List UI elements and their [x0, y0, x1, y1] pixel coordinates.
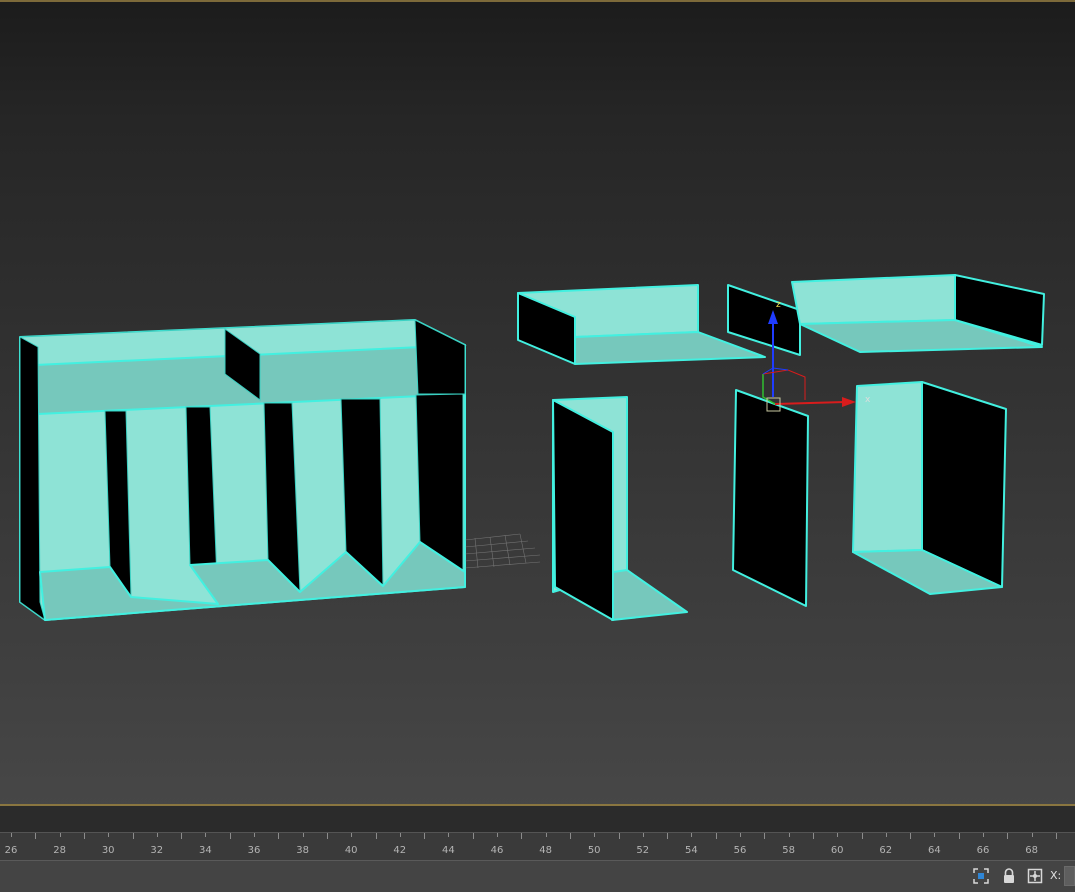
timeline-tick-mark — [812, 833, 814, 839]
timeline-tick-mark — [11, 833, 12, 837]
timeline-tick-mark — [351, 833, 353, 837]
timeline-tick-mark — [764, 833, 766, 839]
timeline-tick-mark — [278, 833, 280, 839]
tray-2-back — [791, 274, 956, 325]
gizmo-plane-xz[interactable] — [762, 369, 806, 400]
scene-canvas[interactable]: .f { fill:#8ee3d6; stroke:#42f0e0; strok… — [0, 2, 1075, 808]
timeline-tick-mark — [326, 833, 328, 839]
tray-1-floor — [574, 331, 766, 365]
timeline-tick-label: 58 — [782, 845, 795, 856]
coordinate-x-field[interactable] — [1064, 866, 1075, 886]
timeline-tick-label: 64 — [928, 845, 941, 856]
timeline-tick-label: 44 — [442, 845, 455, 856]
gizmo-z-label: z — [776, 300, 781, 310]
timeline-tick-mark — [448, 833, 450, 837]
timeline-tick-label: 62 — [879, 845, 893, 856]
timeline-tick-mark — [254, 833, 255, 837]
timeline-tick-mark — [667, 833, 669, 839]
timeline-tick-mark — [885, 833, 887, 837]
timeline-tick-mark — [497, 833, 498, 837]
home-grid-icon — [464, 533, 541, 569]
timeline-tick-mark — [399, 833, 401, 837]
timeline-tick-mark — [861, 833, 863, 839]
timeline-tick-mark — [618, 833, 620, 839]
timeline-tick-mark — [1007, 833, 1009, 839]
timeline-tick-label: 38 — [296, 845, 309, 856]
time-ruler[interactable]: 26 28 30 32 34 36 38 40 42 44 46 48 50 52 54 56 58 60 62 64… — [0, 832, 1075, 861]
timeline-tick-mark — [229, 833, 231, 839]
timeline-tick-mark — [205, 833, 207, 837]
timeline-tick-label: 28 — [53, 845, 66, 856]
timeline-tick-mark — [108, 833, 110, 837]
timeline-tick-mark — [788, 833, 790, 837]
timeline-tick-mark — [545, 833, 547, 837]
timeline-tick-label: 68 — [1025, 845, 1038, 856]
timeline-tick-label: 36 — [247, 845, 261, 856]
timeline-tick-mark — [35, 833, 37, 839]
timeline-tick-mark — [715, 833, 717, 839]
status-bar: X: — [0, 860, 1075, 892]
transform-mode-icon[interactable] — [1026, 867, 1044, 885]
timeline-tick-label: 42 — [393, 845, 407, 856]
timeline-tick-mark — [691, 833, 693, 837]
bracket-mesh[interactable] — [552, 396, 688, 621]
small-panel-mesh[interactable] — [727, 284, 801, 356]
viewport-perspective[interactable]: .f { fill:#8ee3d6; stroke:#42f0e0; strok… — [0, 0, 1075, 806]
tray-mesh-2[interactable] — [791, 274, 1045, 353]
timeline-tick-mark — [156, 833, 158, 837]
timeline-tick-label: 46 — [490, 845, 504, 856]
timeline-tick-label: 56 — [733, 845, 747, 856]
timeline-tick-label: 50 — [587, 845, 601, 856]
timeline-tick-mark — [569, 833, 571, 839]
timeline-tick-mark — [132, 833, 134, 839]
shelf-unit-right-top-panel — [414, 319, 466, 395]
timeline-tick-mark — [934, 833, 936, 837]
timeline-tick-mark — [59, 833, 61, 837]
gizmo-x-axis[interactable] — [774, 401, 846, 405]
timeline-tick-label: 54 — [685, 845, 698, 856]
timeline-tick-label: 30 — [101, 845, 115, 856]
timeline-tick-mark — [983, 833, 984, 837]
timeline-tick-label: 60 — [830, 845, 844, 856]
selection-lock-icon[interactable] — [972, 867, 990, 885]
timeline-tick-mark — [472, 833, 474, 839]
box-mesh[interactable] — [852, 381, 1007, 595]
box-left — [852, 381, 923, 553]
gizmo-x-arrow-icon[interactable] — [842, 397, 856, 407]
gizmo-x-label: x — [865, 395, 871, 405]
timeline-tick-mark — [910, 833, 912, 839]
timeline-tick-mark — [1055, 833, 1057, 839]
timeline-tick-label: 40 — [344, 845, 358, 856]
timeline[interactable]: 26 28 30 32 34 36 38 40 42 44 46 48 50 52 54 56 58 60 62 64… — [0, 806, 1075, 861]
timeline-tick-mark — [181, 833, 183, 839]
timeline-tick-mark — [375, 833, 377, 839]
timeline-tick-mark — [302, 833, 304, 837]
timeline-tick-mark — [521, 833, 523, 839]
lock-icon[interactable] — [1000, 867, 1018, 885]
coordinate-x-label: X: — [1050, 869, 1062, 882]
timeline-tick-label: 52 — [636, 845, 650, 856]
bracket-face — [552, 399, 614, 621]
timeline-tick-label: 48 — [539, 845, 552, 856]
standing-panel-mesh[interactable] — [732, 389, 809, 607]
timeline-tick-mark — [642, 833, 644, 837]
timeline-tick-label: 32 — [150, 845, 164, 856]
timeline-tick-label: 34 — [199, 845, 212, 856]
timeline-tick-mark — [958, 833, 960, 839]
timeline-tick-mark — [740, 833, 741, 837]
shelf-unit-mesh[interactable] — [19, 319, 467, 622]
timeline-tick-label: 26 — [4, 845, 18, 856]
bracket-foot — [611, 569, 688, 621]
timeline-tick-mark — [424, 833, 426, 839]
timeline-tick-label: 66 — [976, 845, 990, 856]
timeline-tick-mark — [594, 833, 596, 837]
timeline-tick-mark — [83, 833, 85, 839]
timeline-tick-mark — [837, 833, 839, 837]
timeline-tick-mark — [1031, 833, 1033, 837]
